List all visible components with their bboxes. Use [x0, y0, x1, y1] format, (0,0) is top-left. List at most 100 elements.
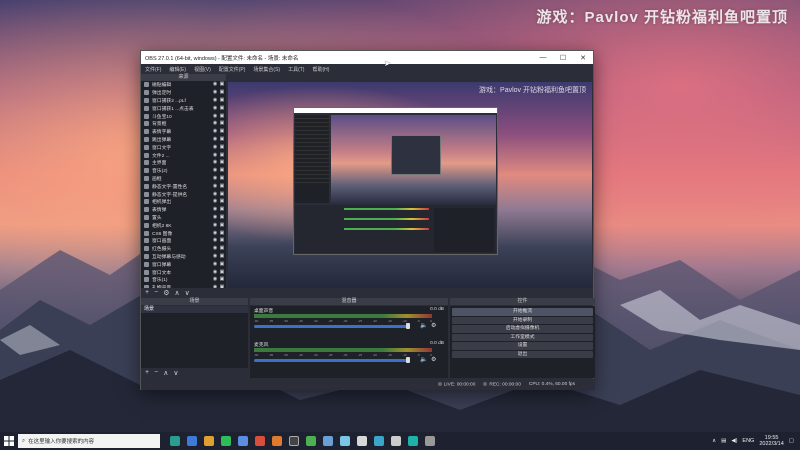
source-item[interactable]: 画框 ◉ ▣: [141, 175, 226, 183]
taskbar-clock[interactable]: 19:55 2022/3/14: [759, 435, 783, 447]
lock-icon[interactable]: ▣: [219, 113, 225, 119]
lock-icon[interactable]: ▣: [219, 160, 225, 165]
remove-source-button[interactable]: −: [154, 289, 158, 296]
menu-scene-collection[interactable]: 场景集合(S): [253, 66, 280, 73]
source-item[interactable]: 斗鱼宝10 ◉ ▣: [141, 112, 226, 120]
volume-slider[interactable]: [254, 325, 408, 328]
visibility-eye-icon[interactable]: ◉: [212, 230, 218, 236]
network-icon[interactable]: ▤: [721, 438, 726, 444]
source-item[interactable]: 跳出弹幕 ◉ ▣: [141, 136, 226, 144]
gear-icon[interactable]: ⚙: [431, 322, 436, 329]
scenes-list[interactable]: 场景: [141, 306, 248, 368]
volume-slider-knob[interactable]: [405, 357, 410, 363]
app2-icon[interactable]: [340, 436, 350, 446]
app5-icon[interactable]: [391, 436, 401, 446]
visibility-eye-icon[interactable]: ◉: [212, 175, 218, 181]
start-streaming-button[interactable]: 开始推流: [452, 308, 593, 316]
menu-help[interactable]: 帮助(H): [312, 66, 329, 73]
source-item[interactable]: 互动弹幕与感动 ◉ ▣: [141, 253, 226, 261]
visibility-eye-icon[interactable]: ◉: [212, 129, 218, 134]
xbox-icon[interactable]: [306, 436, 316, 446]
lock-icon[interactable]: ▣: [219, 246, 225, 251]
source-item[interactable]: 静态文字-置性名 ◉ ▣: [141, 182, 226, 190]
source-item[interactable]: 主界面 ◉ ▣: [141, 159, 226, 167]
wechat-icon[interactable]: [221, 436, 231, 446]
lock-icon[interactable]: ▣: [219, 144, 225, 150]
visibility-eye-icon[interactable]: ◉: [212, 277, 218, 282]
visibility-eye-icon[interactable]: ◉: [212, 152, 218, 158]
steam-icon[interactable]: [323, 436, 333, 446]
browser-icon[interactable]: [187, 436, 197, 446]
close-button[interactable]: ✕: [573, 54, 593, 62]
lock-icon[interactable]: ▣: [219, 183, 225, 189]
visibility-eye-icon[interactable]: ◉: [212, 253, 218, 259]
qq-icon[interactable]: [238, 436, 248, 446]
move-scene-up-button[interactable]: ∧: [163, 369, 168, 377]
exit-button[interactable]: 退出: [452, 350, 593, 358]
lock-icon[interactable]: ▣: [219, 230, 225, 236]
notifications-icon[interactable]: ▢: [789, 438, 794, 444]
visibility-eye-icon[interactable]: ◉: [212, 160, 218, 165]
obs-icon[interactable]: [289, 436, 299, 446]
scene-item[interactable]: 场景: [141, 306, 248, 313]
gear-icon[interactable]: ⚙: [431, 356, 436, 363]
lock-icon[interactable]: ▣: [219, 277, 225, 282]
speaker-icon[interactable]: 🔈: [420, 356, 427, 363]
input-language[interactable]: ENG: [742, 438, 754, 444]
source-item[interactable]: 红色摄头 ◉ ▣: [141, 245, 226, 253]
lock-icon[interactable]: ▣: [219, 121, 225, 126]
visibility-eye-icon[interactable]: ◉: [212, 261, 218, 267]
menu-file[interactable]: 文件(F): [145, 66, 161, 73]
chrome-icon[interactable]: [255, 436, 265, 446]
visibility-eye-icon[interactable]: ◉: [212, 168, 218, 173]
visibility-eye-icon[interactable]: ◉: [212, 199, 218, 204]
studio-mode-button[interactable]: 工作室模式: [452, 333, 593, 341]
lock-icon[interactable]: ▣: [219, 175, 225, 181]
task-view-icon[interactable]: [170, 436, 180, 446]
source-item[interactable]: 窗口文字 ◉ ▣: [141, 143, 226, 151]
settings-button[interactable]: 设置: [452, 342, 593, 350]
visibility-eye-icon[interactable]: ◉: [212, 97, 218, 103]
start-recording-button[interactable]: 开始录制: [452, 316, 593, 324]
visibility-eye-icon[interactable]: ◉: [212, 136, 218, 142]
lock-icon[interactable]: ▣: [219, 82, 225, 87]
visibility-eye-icon[interactable]: ◉: [212, 238, 218, 243]
visibility-eye-icon[interactable]: ◉: [212, 113, 218, 119]
source-item[interactable]: 置头 ◉ ▣: [141, 214, 226, 222]
minimize-button[interactable]: —: [533, 54, 553, 61]
source-item[interactable]: 窗口捕获1 ...点击表 ◉ ▣: [141, 104, 226, 112]
lock-icon[interactable]: ▣: [219, 97, 225, 103]
source-item[interactable]: 背景框 ◉ ▣: [141, 120, 226, 128]
lock-icon[interactable]: ▣: [219, 168, 225, 173]
volume-slider[interactable]: [254, 359, 408, 362]
source-item[interactable]: 弹出定时 ◉ ▣: [141, 89, 226, 97]
lock-icon[interactable]: ▣: [219, 269, 225, 275]
visibility-eye-icon[interactable]: ◉: [212, 183, 218, 189]
source-item[interactable]: 窗口画面 ◉ ▣: [141, 237, 226, 245]
source-item[interactable]: 相机2 8K ◉ ▣: [141, 221, 226, 229]
visibility-eye-icon[interactable]: ◉: [212, 191, 218, 197]
source-item[interactable]: 音乐(1) ◉ ▣: [141, 276, 226, 284]
add-scene-button[interactable]: +: [145, 369, 149, 376]
app3-icon[interactable]: [357, 436, 367, 446]
visibility-eye-icon[interactable]: ◉: [212, 246, 218, 251]
lock-icon[interactable]: ▣: [219, 136, 225, 142]
maximize-button[interactable]: ☐: [553, 54, 573, 62]
file-explorer-icon[interactable]: [204, 436, 214, 446]
lock-icon[interactable]: ▣: [219, 261, 225, 267]
source-item[interactable]: 窗口文本 ◉ ▣: [141, 268, 226, 276]
menu-edit[interactable]: 编辑(E): [169, 66, 186, 73]
visibility-eye-icon[interactable]: ◉: [212, 207, 218, 212]
menu-view[interactable]: 视图(V): [194, 66, 211, 73]
visibility-eye-icon[interactable]: ◉: [212, 90, 218, 95]
sources-list[interactable]: 磁贴编辑 ◉ ▣ 弹出定时 ◉ ▣ 窗口捕获2 ...pLf ◉ ▣ 窗口捕获1 ...点击表 ◉ ▣…: [141, 81, 226, 288]
preview-canvas[interactable]: 游戏：Pavlov 开钻粉福利鱼吧置顶: [228, 82, 592, 288]
lock-icon[interactable]: ▣: [219, 129, 225, 134]
app7-icon[interactable]: [425, 436, 435, 446]
visibility-eye-icon[interactable]: ◉: [212, 214, 218, 220]
source-properties-button[interactable]: ⚙: [163, 289, 169, 297]
lock-icon[interactable]: ▣: [219, 105, 225, 111]
source-item[interactable]: 表情字幕 ◉ ▣: [141, 128, 226, 136]
app-icon[interactable]: [272, 436, 282, 446]
lock-icon[interactable]: ▣: [219, 207, 225, 212]
